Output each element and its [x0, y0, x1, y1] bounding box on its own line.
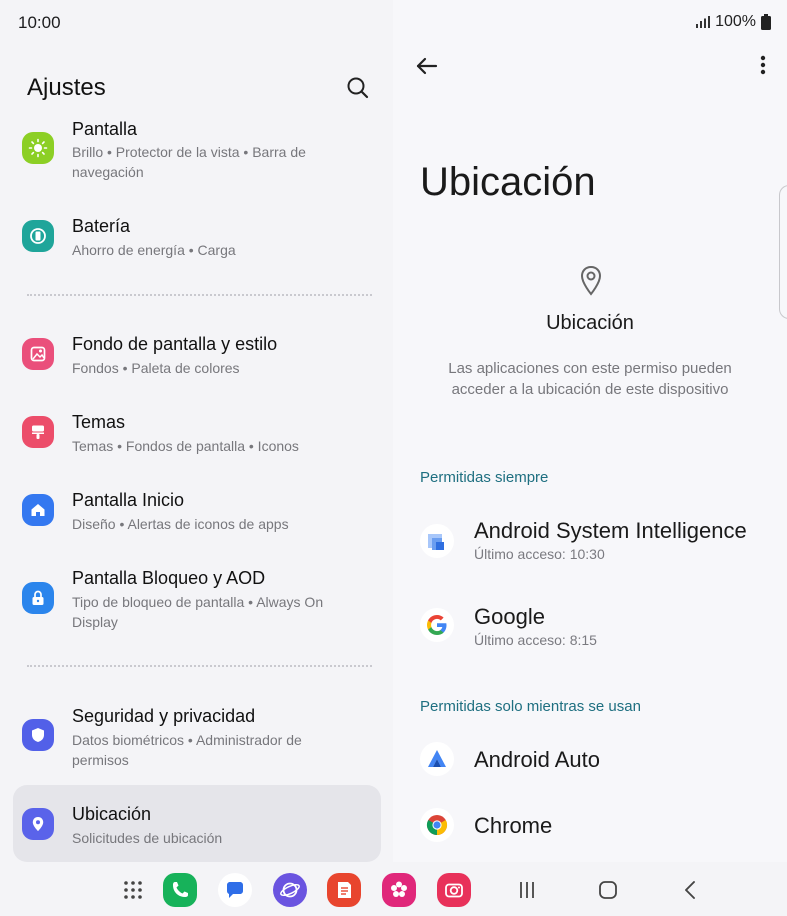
home-icon [22, 494, 54, 526]
section-header-always: Permitidas siempre [420, 469, 549, 486]
settings-item-title: Fondo de pantalla y estilo [72, 334, 278, 354]
settings-item-bateria[interactable]: Batería Ahorro de energía • Carga [13, 200, 381, 276]
apps-grid-icon [124, 881, 142, 899]
settings-item-pantalla-inicio[interactable]: Pantalla Inicio Diseño • Alertas de icon… [13, 474, 381, 550]
app-last-access: Último acceso: 8:15 [474, 632, 597, 648]
settings-item-title: Pantalla Inicio [72, 490, 185, 510]
settings-item-subtitle: Ahorro de energía • Carga [72, 242, 236, 258]
gallery-app-button[interactable] [382, 873, 416, 907]
settings-item-ubicacion[interactable]: Ubicación Solicitudes de ubicación [13, 785, 381, 862]
internet-icon [280, 882, 300, 898]
back-button[interactable] [413, 52, 441, 80]
location-detail-pane: 100% Ubicación Ubicación Las aplicacione… [393, 0, 787, 862]
settings-item-subtitle: Tipo de bloqueo de pantalla • Always On … [72, 594, 324, 630]
more-vertical-icon [760, 55, 766, 75]
location-pin-icon [577, 264, 605, 298]
settings-pane: 10:00 Ajustes Pantalla Brillo • Protecto… [0, 0, 393, 862]
battery-percent: 100% [715, 13, 756, 30]
app-last-access: Último acceso: 10:30 [474, 546, 605, 562]
notes-icon [338, 882, 351, 898]
more-options-button[interactable] [751, 52, 775, 80]
settings-item-title: Seguridad y privacidad [72, 706, 256, 726]
section-divider [27, 294, 372, 296]
status-bar-right: 100% [696, 13, 771, 31]
battery-icon [22, 220, 54, 252]
search-button[interactable] [344, 74, 372, 102]
settings-item-title: Batería [72, 216, 131, 236]
settings-item-title: Ubicación [72, 804, 152, 824]
home-nav-icon [599, 881, 617, 899]
arrow-left-icon [416, 57, 438, 75]
settings-item-fondo[interactable]: Fondo de pantalla y estilo Fondos • Pale… [13, 318, 381, 394]
apps-grid-button[interactable] [116, 873, 150, 907]
google-icon [420, 608, 454, 642]
app-row-google[interactable]: Google Último acceso: 8:15 [393, 596, 787, 656]
messages-icon [227, 882, 243, 898]
settings-item-bloqueo[interactable]: Pantalla Bloqueo y AOD Tipo de bloqueo d… [13, 552, 381, 648]
app-row-android-auto[interactable]: Android Auto [393, 730, 787, 790]
settings-item-seguridad[interactable]: Seguridad y privacidad Datos biométricos… [13, 690, 381, 784]
app-name: Android System Intelligence [474, 518, 747, 543]
camera-app-button[interactable] [437, 873, 471, 907]
phone-icon [173, 882, 188, 897]
android-auto-icon [420, 742, 454, 776]
settings-item-title: Pantalla Bloqueo y AOD [72, 568, 266, 588]
theme-brush-icon [22, 416, 54, 448]
internet-app-button[interactable] [273, 873, 307, 907]
taskbar [0, 862, 787, 916]
chrome-icon [420, 808, 454, 842]
page-title: Ubicación [420, 160, 596, 204]
settings-item-subtitle: Temas • Fondos de pantalla • Iconos [72, 438, 299, 454]
permission-description: Las aplicaciones con este permiso pueden… [448, 360, 732, 398]
settings-item-temas[interactable]: Temas Temas • Fondos de pantalla • Icono… [13, 396, 381, 472]
app-row-android-system-intelligence[interactable]: Android System Intelligence Último acces… [393, 510, 787, 570]
android-system-intelligence-icon [420, 524, 454, 558]
app-name: Chrome [474, 813, 553, 838]
settings-item-subtitle: Brillo • Protector de la vista • Barra d… [72, 144, 306, 180]
phone-app-button[interactable] [163, 873, 197, 907]
settings-title: Ajustes [27, 74, 106, 101]
camera-icon [445, 883, 463, 898]
settings-item-subtitle: Fondos • Paleta de colores [72, 360, 240, 376]
status-time: 10:00 [18, 13, 61, 32]
settings-item-subtitle: Datos biométricos • Administrador de per… [72, 732, 302, 768]
settings-item-title: Pantalla [72, 119, 138, 139]
home-button[interactable] [594, 876, 622, 904]
settings-item-title: Temas [72, 412, 126, 432]
app-row-chrome[interactable]: Chrome [393, 796, 787, 856]
signal-icon [696, 16, 711, 28]
lock-icon [22, 582, 54, 614]
recent-apps-button[interactable] [513, 876, 541, 904]
section-header-in-use: Permitidas solo mientras se usan [420, 698, 641, 715]
permission-title: Ubicación [546, 312, 634, 334]
section-divider [27, 665, 372, 667]
scroll-handle[interactable] [779, 185, 787, 319]
battery-status-icon [761, 14, 771, 30]
notes-app-button[interactable] [327, 873, 361, 907]
settings-item-subtitle: Solicitudes de ubicación [72, 830, 223, 846]
settings-item-subtitle: Diseño • Alertas de iconos de apps [72, 516, 289, 532]
flower-icon [391, 881, 407, 897]
location-pin-icon [22, 808, 54, 840]
settings-item-pantalla[interactable]: Pantalla Brillo • Protector de la vista … [13, 110, 381, 194]
shield-icon [22, 719, 54, 751]
messages-app-button[interactable] [218, 873, 252, 907]
sun-icon [22, 132, 54, 164]
back-nav-button[interactable] [676, 876, 704, 904]
recents-icon [520, 882, 534, 898]
app-name: Android Auto [474, 747, 600, 772]
app-name: Google [474, 604, 545, 629]
wallpaper-icon [22, 338, 54, 370]
search-icon [347, 77, 369, 99]
chevron-left-icon [685, 881, 695, 899]
